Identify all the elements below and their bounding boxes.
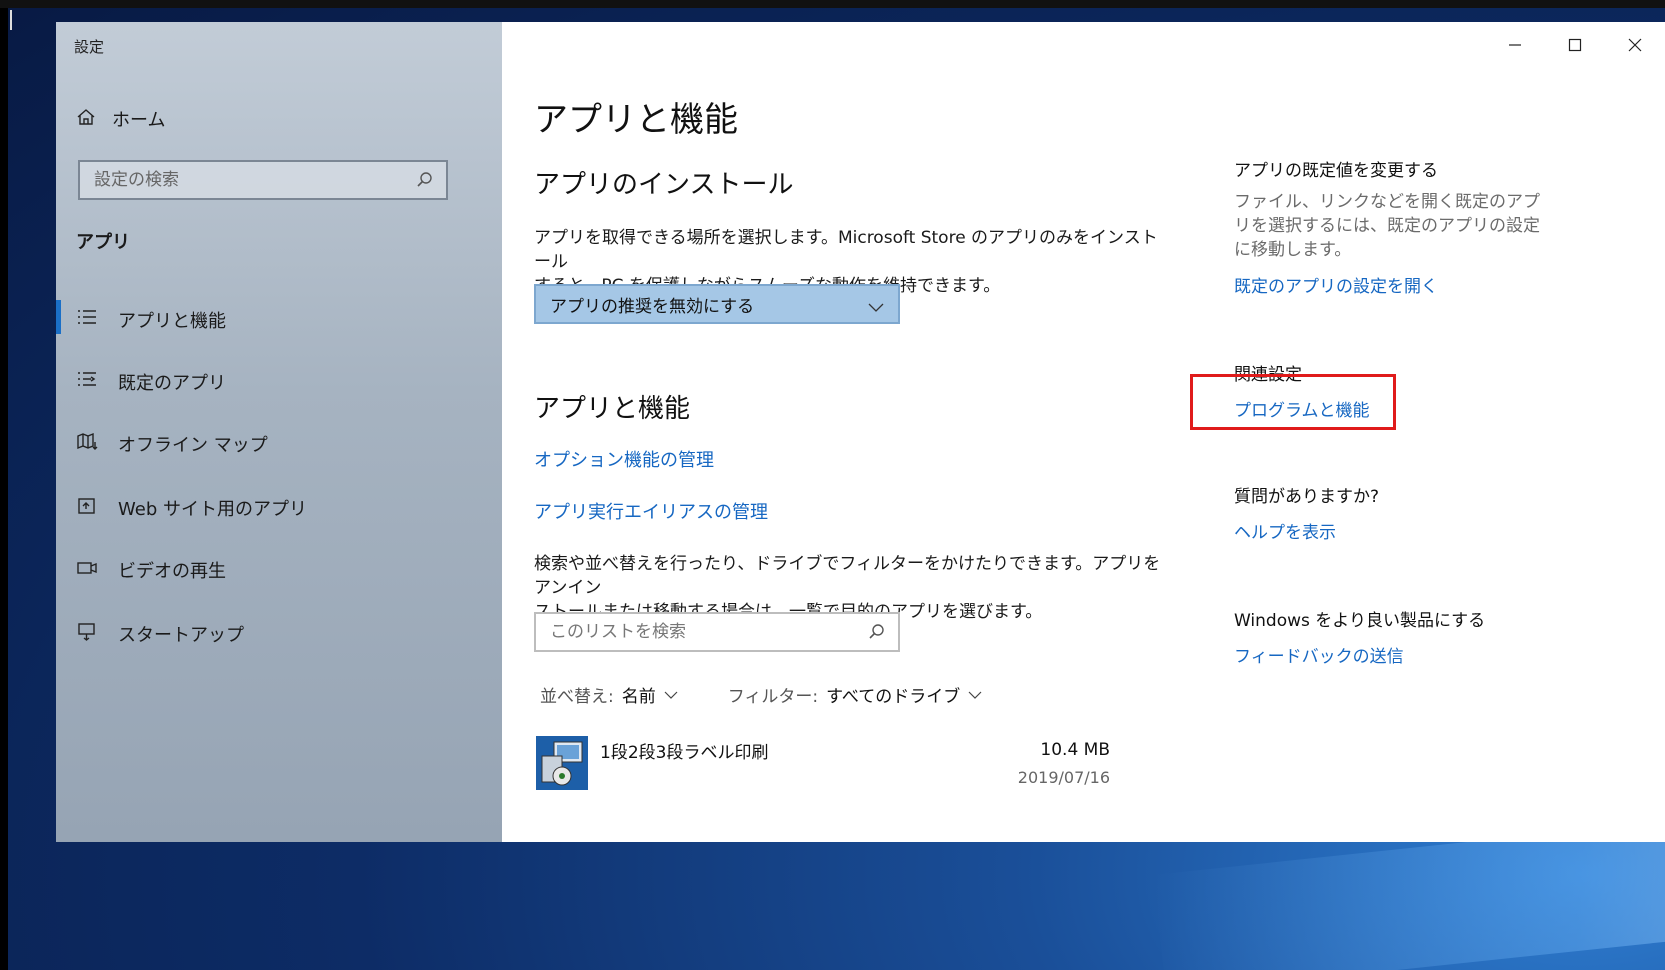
optional-features-link[interactable]: オプション機能の管理: [534, 446, 714, 472]
filter-dropdown[interactable]: フィルター: すべてのドライブ: [728, 682, 983, 707]
search-icon[interactable]: [866, 622, 886, 646]
highlight-annotation-box: [1190, 374, 1396, 430]
chevron-down-icon: [664, 691, 678, 699]
sidebar-item-label: スタートアップ: [118, 625, 244, 646]
map-icon: [76, 432, 98, 452]
window-title: 設定: [74, 38, 105, 56]
sidebar-item-label: オフライン マップ: [118, 435, 268, 456]
settings-search-input[interactable]: [80, 162, 428, 198]
filter-label: フィルター:: [727, 687, 819, 707]
sidebar-section-title: アプリ: [76, 232, 130, 253]
installer-app-icon: [536, 736, 588, 790]
open-in-app-icon: [76, 496, 98, 516]
send-feedback-link[interactable]: フィードバックの送信: [1234, 642, 1404, 667]
install-description-line: アプリを取得できる場所を選択します。Microsoft Store のアプリのみ…: [534, 228, 1158, 272]
show-help-link[interactable]: ヘルプを表示: [1234, 518, 1336, 543]
home-label: ホーム: [112, 110, 166, 131]
sidebar-item-web-apps[interactable]: Web サイト用のアプリ: [56, 486, 502, 526]
default-apps-icon: [76, 370, 98, 390]
app-list-item[interactable]: 1段2段3段ラベル印刷 10.4 MB 2019/07/16: [532, 728, 1112, 798]
sidebar-item-offline-maps[interactable]: オフライン マップ: [56, 422, 502, 462]
main-column: アプリと機能 アプリのインストール アプリを取得できる場所を選択します。Micr…: [532, 22, 1172, 842]
defaults-heading: アプリの既定値を変更する: [1234, 161, 1438, 181]
defaults-description: ファイル、リンクなどを開く既定のアプリを選択するには、既定のアプリの設定に移動し…: [1234, 192, 1540, 260]
question-heading: 質問がありますか?: [1234, 487, 1380, 507]
settings-window: 設定 ホーム アプリ アプリと機能 既定のアプリ: [56, 22, 1665, 842]
sort-dropdown[interactable]: 並べ替え: 名前: [540, 682, 678, 707]
sidebar: 設定 ホーム アプリ アプリと機能 既定のアプリ: [56, 22, 502, 842]
sidebar-item-video-playback[interactable]: ビデオの再生: [56, 548, 502, 588]
app-list-search-input[interactable]: [536, 614, 884, 650]
startup-icon: [76, 622, 98, 642]
page-title: アプリと機能: [534, 100, 738, 140]
features-heading: アプリと機能: [534, 394, 691, 424]
app-alias-link[interactable]: アプリ実行エイリアスの管理: [534, 498, 768, 524]
text-cursor: [10, 10, 12, 30]
dropdown-value: アプリの推奨を無効にする: [550, 296, 755, 317]
default-apps-settings-link[interactable]: 既定のアプリの設定を開く: [1234, 272, 1438, 297]
related-settings-panel: アプリの既定値を変更する ファイル、リンクなどを開く既定のアプリを選択するには、…: [1190, 22, 1664, 842]
chevron-down-icon: [868, 298, 884, 318]
app-name: 1段2段3段ラベル印刷: [600, 743, 769, 763]
sidebar-item-default-apps[interactable]: 既定のアプリ: [56, 360, 502, 400]
main-content: アプリと機能 アプリのインストール アプリを取得できる場所を選択します。Micr…: [502, 22, 1665, 842]
list-icon: [76, 308, 98, 328]
filter-value: すべてのドライブ: [826, 687, 961, 707]
screen-top-strip: [0, 0, 1665, 8]
sidebar-item-apps-features[interactable]: アプリと機能: [56, 298, 502, 338]
sort-label: 並べ替え:: [540, 687, 614, 707]
feedback-heading: Windows をより良い製品にする: [1234, 611, 1486, 631]
home-nav[interactable]: ホーム: [76, 106, 165, 132]
sidebar-item-label: ビデオの再生: [118, 561, 226, 582]
home-icon: [76, 107, 96, 132]
install-heading: アプリのインストール: [534, 170, 794, 200]
sort-filter-row: 並べ替え: 名前 フィルター: すべてのドライブ: [540, 682, 982, 707]
app-install-source-dropdown[interactable]: アプリの推奨を無効にする: [534, 284, 900, 324]
app-size: 10.4 MB: [1040, 740, 1110, 760]
sidebar-item-label: Web サイト用のアプリ: [118, 499, 307, 520]
sidebar-item-label: アプリと機能: [118, 311, 226, 332]
chevron-down-icon: [968, 691, 982, 699]
sort-value: 名前: [621, 687, 656, 707]
sidebar-item-startup[interactable]: スタートアップ: [56, 612, 502, 652]
app-list-search-box[interactable]: [534, 612, 900, 652]
sidebar-item-label: 既定のアプリ: [118, 373, 226, 394]
settings-search-box[interactable]: [78, 160, 448, 200]
features-description-line: 検索や並べ替えを行ったり、ドライブでフィルターをかけたりできます。アプリをアンイ…: [534, 554, 1161, 598]
search-icon[interactable]: [414, 170, 434, 194]
video-icon: [76, 558, 98, 578]
app-install-date: 2019/07/16: [1017, 768, 1110, 787]
